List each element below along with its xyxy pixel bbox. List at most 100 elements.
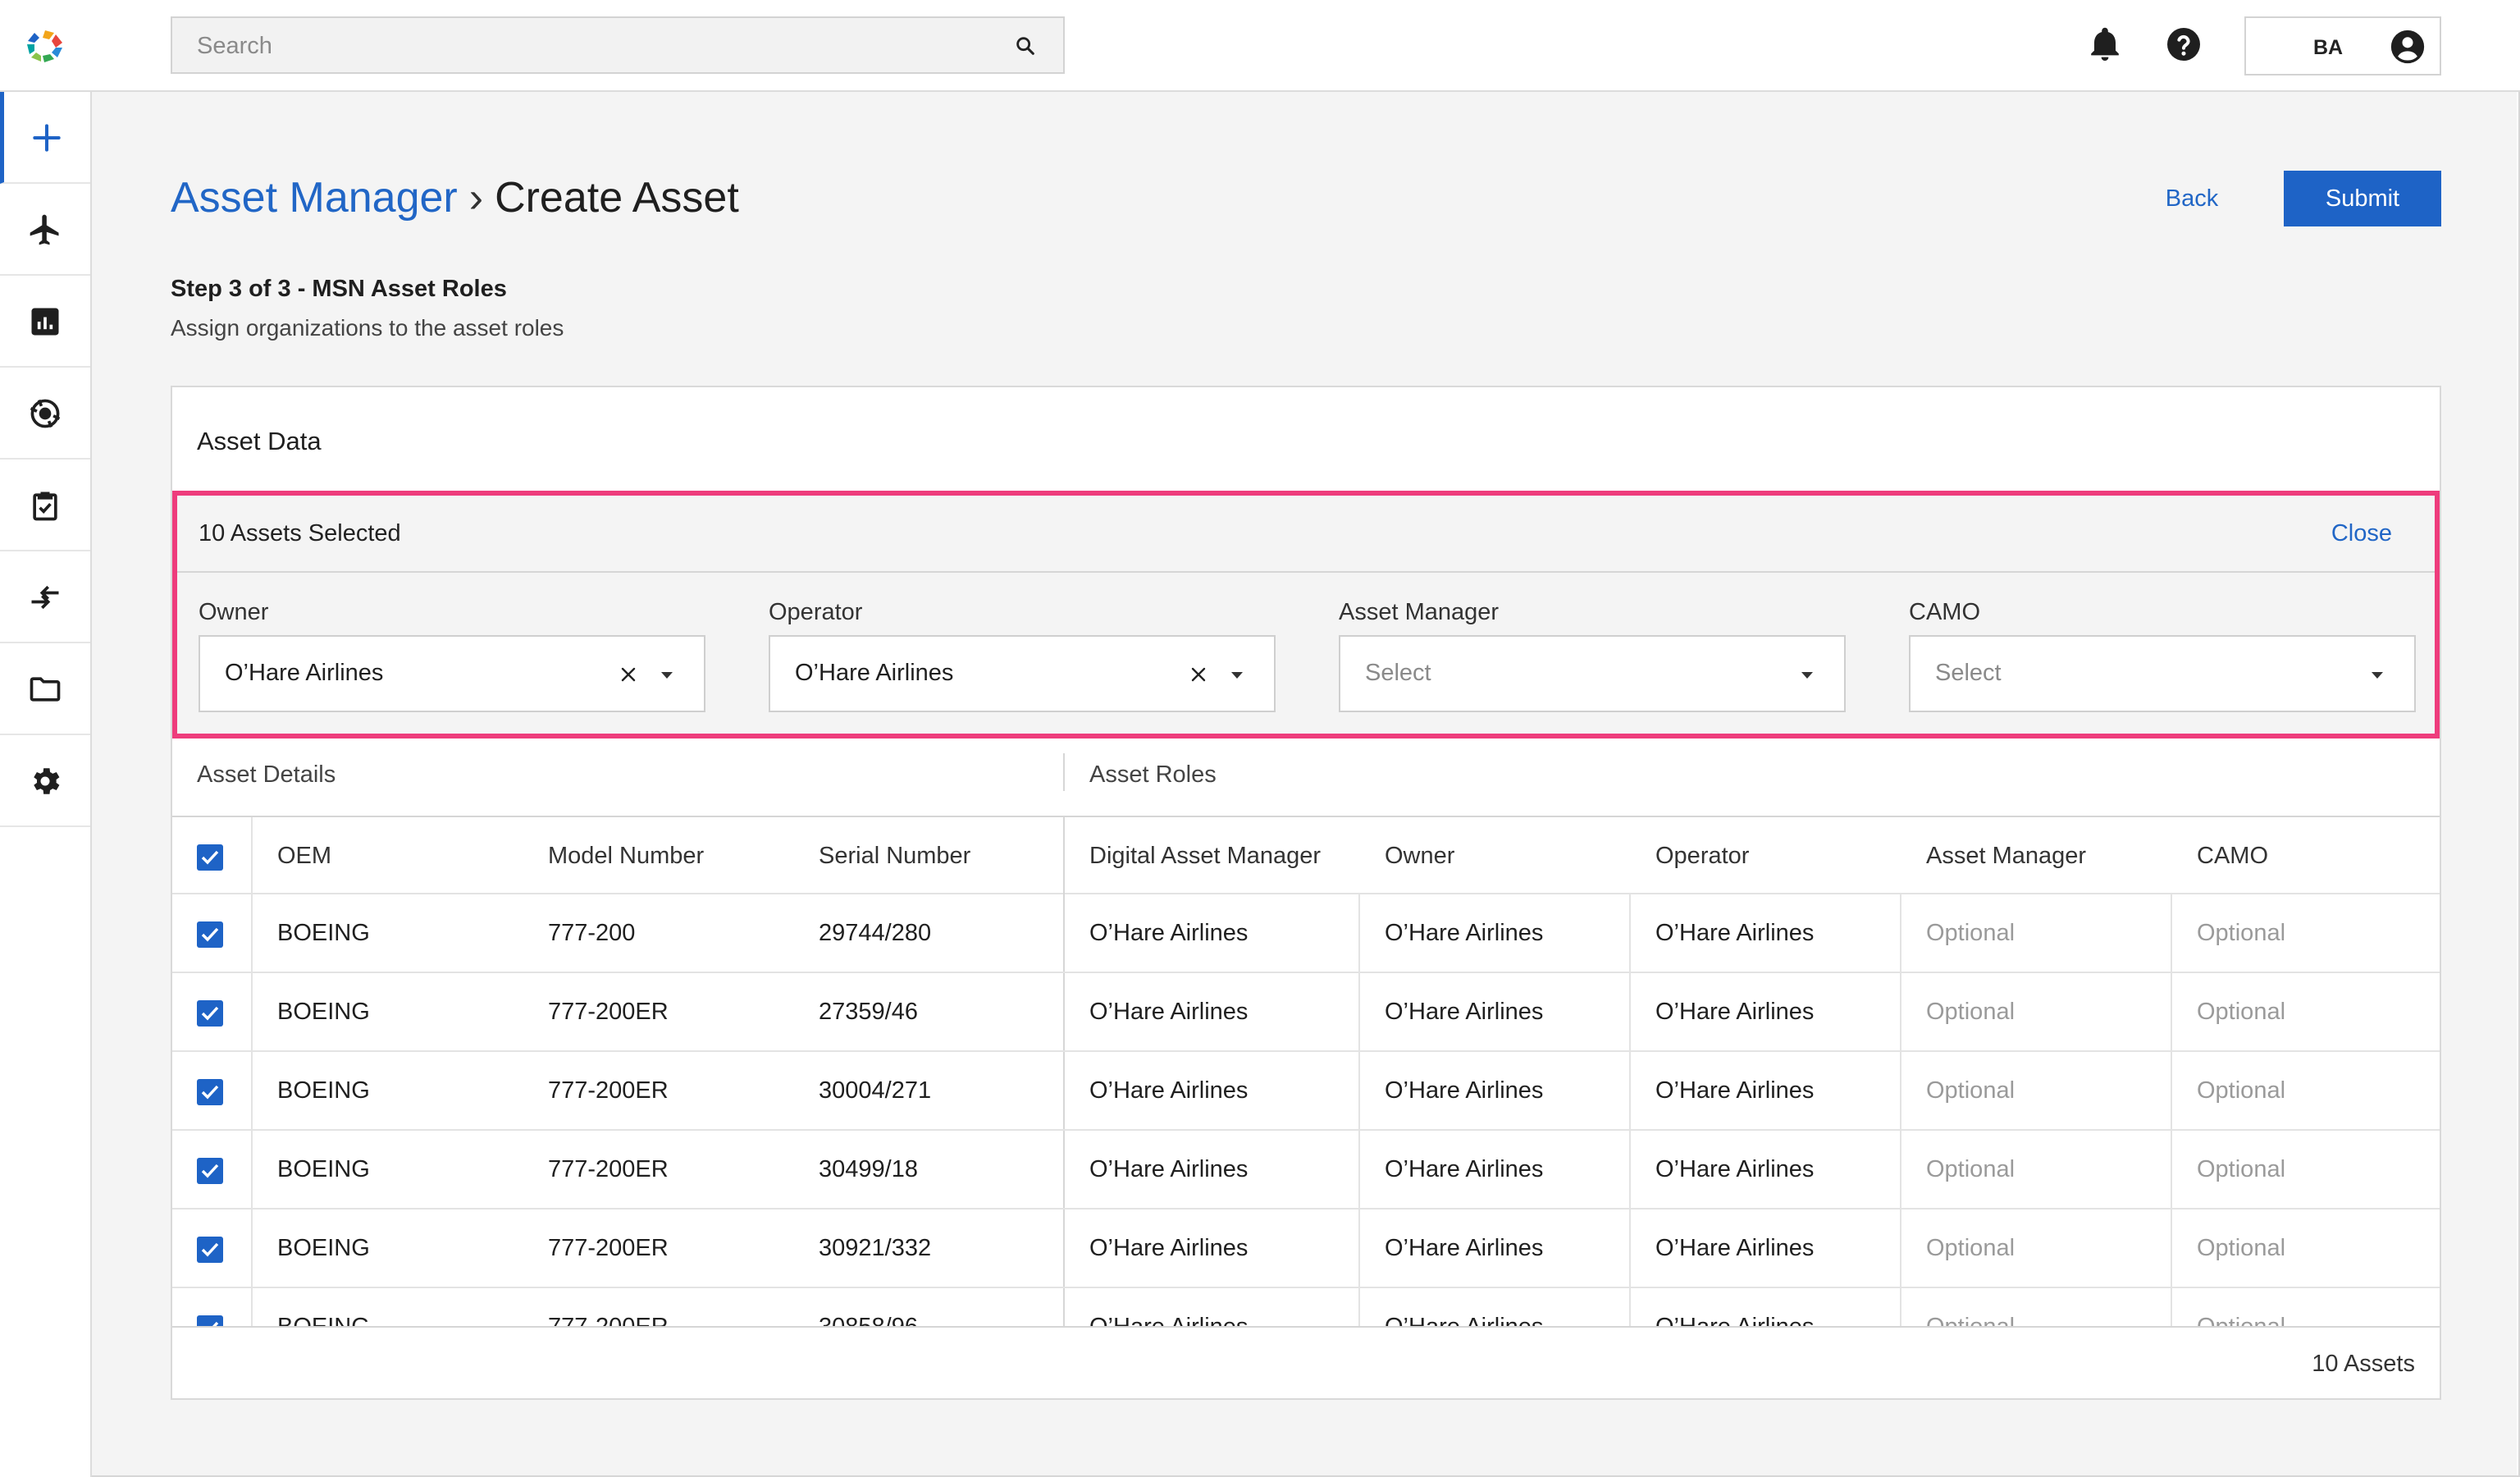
table-cell: 777-200ER xyxy=(548,1288,669,1326)
column-divider xyxy=(1629,973,1631,1050)
submit-button[interactable]: Submit xyxy=(2284,171,2441,226)
search-input[interactable] xyxy=(195,18,986,74)
field-label: Owner xyxy=(199,599,269,625)
column-header-oem[interactable]: OEM xyxy=(277,817,331,894)
table-cell: Optional xyxy=(2197,1235,2286,1261)
table-cell: BOEING xyxy=(277,1288,370,1326)
column-header-camo[interactable]: CAMO xyxy=(2197,817,2268,894)
select-all-checkbox[interactable] xyxy=(197,844,223,871)
table-cell: BOEING xyxy=(277,920,370,946)
column-divider xyxy=(2171,973,2172,1050)
table-row[interactable]: BOEING 777-200 29744/280 O’Hare Airlines O’H… xyxy=(172,894,2440,973)
user-menu[interactable]: BA xyxy=(2244,16,2441,75)
step-subtitle: Assign organizations to the asset roles xyxy=(171,315,564,341)
column-header-asset-manager[interactable]: Asset Manager xyxy=(1926,817,2086,894)
close-bulk-edit-link[interactable]: Close xyxy=(2331,520,2392,547)
column-divider xyxy=(2171,1052,2172,1129)
app-logo-icon[interactable] xyxy=(25,28,66,64)
column-header-owner[interactable]: Owner xyxy=(1385,817,1454,894)
select-placeholder: Select xyxy=(1365,660,1431,686)
bell-icon[interactable] xyxy=(2085,25,2125,64)
table-cell: Optional xyxy=(1926,999,2016,1025)
user-initials: BA xyxy=(2313,36,2344,59)
column-divider xyxy=(1063,1209,1065,1287)
help-icon[interactable] xyxy=(2164,25,2203,64)
table-cell: O’Hare Airlines xyxy=(1655,1235,1815,1261)
bulk-edit-panel: 10 Assets Selected Close Owner O’Hare Ai… xyxy=(172,491,2440,738)
chevron-down-icon[interactable] xyxy=(1231,672,1243,679)
select-value: O’Hare Airlines xyxy=(795,660,954,686)
sidebar-item-tasks[interactable] xyxy=(0,460,90,551)
table-footer: 10 Assets xyxy=(172,1326,2440,1398)
sidebar-item-create[interactable] xyxy=(0,92,90,184)
sidebar-item-transfers[interactable] xyxy=(0,551,90,643)
table-cell: Optional xyxy=(2197,920,2286,946)
column-divider xyxy=(1063,1131,1065,1208)
sidebar-item-reports[interactable] xyxy=(0,276,90,368)
table-cell: O’Hare Airlines xyxy=(1655,999,1815,1025)
back-button[interactable]: Back xyxy=(2136,171,2248,226)
clear-icon[interactable] xyxy=(1189,665,1208,684)
column-divider xyxy=(1900,1288,1901,1326)
table-cell: O’Hare Airlines xyxy=(1655,1077,1815,1104)
chevron-down-icon[interactable] xyxy=(1801,672,1813,679)
row-checkbox[interactable] xyxy=(197,1158,223,1184)
row-checkbox[interactable] xyxy=(197,1315,223,1326)
check-icon xyxy=(201,1164,219,1178)
divider xyxy=(177,571,2435,573)
table-row[interactable]: BOEING 777-200ER 30499/18 O’Hare Airlines O’… xyxy=(172,1131,2440,1209)
row-checkbox[interactable] xyxy=(197,1079,223,1105)
column-header-operator[interactable]: Operator xyxy=(1655,817,1749,894)
column-divider xyxy=(1358,894,1360,972)
table-cell: 27359/46 xyxy=(819,999,918,1025)
owner-select[interactable]: O’Hare Airlines xyxy=(199,635,705,712)
column-header-model-number[interactable]: Model Number xyxy=(548,817,704,894)
sidebar-item-engines[interactable] xyxy=(0,368,90,460)
sidebar-item-settings[interactable] xyxy=(0,735,90,827)
row-checkbox[interactable] xyxy=(197,921,223,948)
sidebar-item-aircraft[interactable] xyxy=(0,184,90,276)
table-cell: 777-200ER xyxy=(548,1156,669,1182)
table-row[interactable]: BOEING 777-200ER 30921/332 O’Hare Airlines O… xyxy=(172,1209,2440,1288)
table-cell: Optional xyxy=(2197,1288,2285,1326)
field-label: CAMO xyxy=(1909,599,1980,625)
breadcrumb-asset-manager-link[interactable]: Asset Manager xyxy=(171,174,458,222)
group-asset-details: Asset Details xyxy=(197,761,336,788)
field-label: Operator xyxy=(769,599,863,625)
breadcrumb-separator: › xyxy=(468,174,484,222)
column-divider xyxy=(1629,1209,1631,1287)
column-divider xyxy=(1629,894,1631,972)
table-cell: Optional xyxy=(2197,1156,2286,1182)
asset-manager-select[interactable]: Select xyxy=(1339,635,1846,712)
column-divider xyxy=(1358,1131,1360,1208)
chevron-down-icon[interactable] xyxy=(661,672,673,679)
table-cell: O’Hare Airlines xyxy=(1089,1077,1249,1104)
column-divider xyxy=(1629,1131,1631,1208)
column-divider xyxy=(2171,1131,2172,1208)
account-circle-icon xyxy=(2390,30,2425,64)
table-cell: Optional xyxy=(1926,1156,2016,1182)
column-header-serial-number[interactable]: Serial Number xyxy=(819,817,970,894)
search-bar xyxy=(171,16,1065,74)
column-header-digital-asset-manager[interactable]: Digital Asset Manager xyxy=(1089,817,1321,894)
group-asset-roles: Asset Roles xyxy=(1089,761,1217,788)
sidebar-item-documents[interactable] xyxy=(0,643,90,735)
table-row[interactable]: BOEING 777-200ER 30004/271 O’Hare Airlines O… xyxy=(172,1052,2440,1131)
chevron-down-icon[interactable] xyxy=(2372,672,2383,679)
table-row[interactable]: BOEING 777-200ER 27359/46 O’Hare Airlines O’… xyxy=(172,973,2440,1052)
divider xyxy=(1063,753,1065,791)
table-cell: 30921/332 xyxy=(819,1235,932,1261)
column-divider xyxy=(1063,1052,1065,1129)
step-title: Step 3 of 3 - MSN Asset Roles xyxy=(171,276,507,302)
camo-select[interactable]: Select xyxy=(1909,635,2416,712)
table-group-header: Asset Details Asset Roles xyxy=(172,738,2440,816)
row-checkbox[interactable] xyxy=(197,1000,223,1027)
table-cell: Optional xyxy=(1926,1288,2015,1326)
row-checkbox[interactable] xyxy=(197,1237,223,1263)
table-row[interactable]: BOEING 777-200ER 30858/96 O’Hare Airlines O’… xyxy=(172,1288,2440,1326)
breadcrumb: Asset Manager › Create Asset xyxy=(171,169,739,226)
clear-icon[interactable] xyxy=(619,665,638,684)
search-icon[interactable] xyxy=(1014,34,1037,57)
table-cell: 777-200ER xyxy=(548,999,669,1025)
operator-select[interactable]: O’Hare Airlines xyxy=(769,635,1276,712)
